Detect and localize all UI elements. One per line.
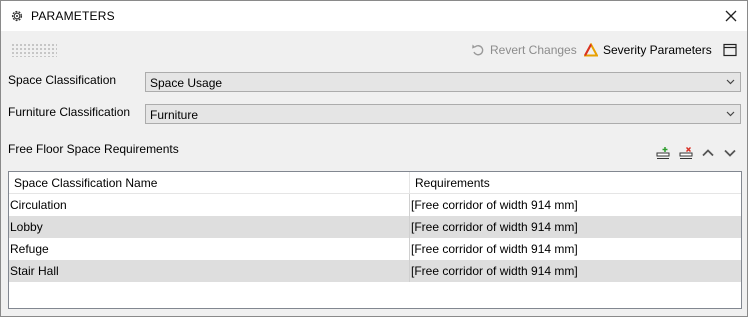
row-requirement[interactable]: [Free corridor of width 914 mm] [411,198,578,212]
gear-icon [11,10,23,22]
space-classification-select[interactable]: Space Usage [145,72,741,92]
row-requirement[interactable]: [Free corridor of width 914 mm] [411,220,578,234]
undo-icon [472,44,484,56]
column-separator [409,172,410,193]
chevron-down-icon [726,79,735,85]
window-title: PARAMETERS [31,9,115,23]
row-name: Lobby [10,220,43,234]
table-row[interactable]: Stair Hall [Free corridor of width 914 m… [9,260,741,282]
revert-changes-label: Revert Changes [490,43,577,57]
row-requirement[interactable]: [Free corridor of width 914 mm] [411,242,578,256]
table-row[interactable]: Lobby [Free corridor of width 914 mm] [9,216,741,238]
revert-changes-button[interactable]: Revert Changes [471,42,577,58]
cell-separator [409,194,410,216]
close-icon[interactable] [723,8,739,24]
delete-row-icon[interactable] [678,145,694,161]
row-requirement[interactable]: [Free corridor of width 914 mm] [411,264,578,278]
column-header-requirements[interactable]: Requirements [415,176,490,190]
table-row[interactable]: Circulation [Free corridor of width 914 … [9,194,741,216]
cell-separator [409,260,410,282]
row-name: Refuge [10,242,49,256]
title-bar: PARAMETERS [1,1,747,31]
move-down-icon[interactable] [722,145,738,161]
row-name: Circulation [10,198,67,212]
requirements-table[interactable]: Space Classification Name Requirements C… [8,171,742,309]
chevron-down-icon [726,111,735,117]
table-header: Space Classification Name Requirements [9,172,741,194]
free-floor-space-label: Free Floor Space Requirements [8,142,179,156]
severity-parameters-label: Severity Parameters [603,43,712,57]
severity-parameters-button[interactable]: Severity Parameters [584,42,712,58]
row-name: Stair Hall [10,264,59,278]
move-up-icon[interactable] [700,145,716,161]
drag-handle[interactable] [11,43,57,57]
add-row-icon[interactable] [655,145,671,161]
furniture-classification-label: Furniture Classification [8,105,131,119]
warning-triangle-icon [584,43,598,57]
cell-separator [409,216,410,238]
table-row[interactable]: Refuge [Free corridor of width 914 mm] [9,238,741,260]
parameters-window: PARAMETERS Revert Changes Severity Param… [0,0,748,317]
panel-toggle-icon[interactable] [723,43,737,57]
column-header-name[interactable]: Space Classification Name [14,176,157,190]
space-classification-value: Space Usage [150,76,223,90]
cell-separator [409,238,410,260]
furniture-classification-value: Furniture [150,108,199,122]
space-classification-label: Space Classification [8,73,117,87]
furniture-classification-select[interactable]: Furniture [145,104,741,124]
